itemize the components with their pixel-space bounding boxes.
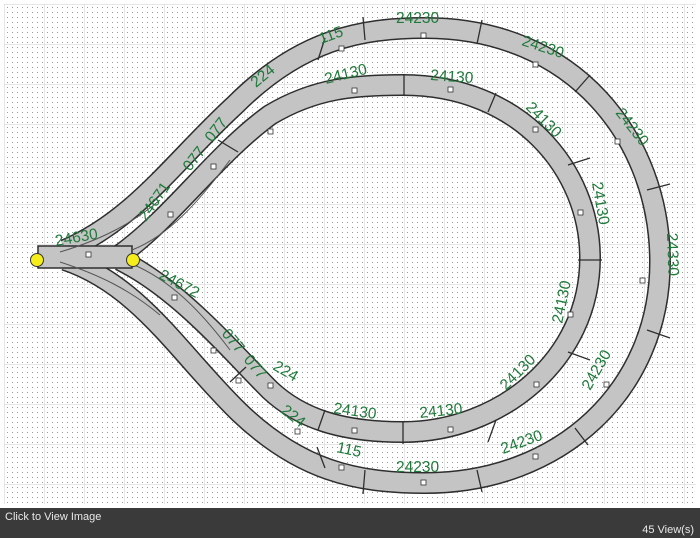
track-layout-image[interactable]: 24630 24671 24672 077 077 077 077 224 11… bbox=[0, 0, 700, 508]
label-24230-top: 24230 bbox=[396, 10, 439, 27]
track-end-left bbox=[30, 253, 44, 267]
label-24330-right: 24330 bbox=[663, 233, 682, 277]
viewer-footer: Click to View Image 45 View(s) bbox=[0, 508, 700, 538]
label-24230-bottom: 24230 bbox=[396, 459, 439, 476]
track-end-right bbox=[126, 253, 140, 267]
label-24130-top: 24130 bbox=[430, 67, 475, 87]
image-viewer: 24630 24671 24672 077 077 077 077 224 11… bbox=[0, 0, 700, 538]
view-count: 45 View(s) bbox=[642, 524, 694, 536]
track-layout-diagram: 24630 24671 24672 077 077 077 077 224 11… bbox=[0, 0, 700, 508]
turnout-24630 bbox=[37, 245, 133, 269]
view-image-link[interactable]: Click to View Image bbox=[5, 511, 101, 523]
